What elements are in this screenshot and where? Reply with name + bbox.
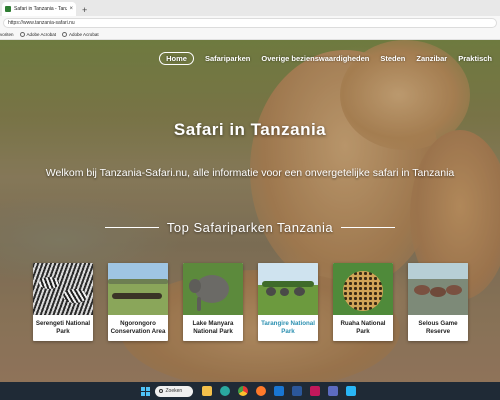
bookmark-item[interactable]: Adobe Acrobat bbox=[19, 31, 57, 37]
divider bbox=[341, 227, 396, 228]
divider bbox=[104, 227, 159, 228]
globe-icon bbox=[19, 31, 25, 37]
file-explorer-icon[interactable] bbox=[201, 386, 212, 396]
browser-tab[interactable]: Safari in Tanzania - Tanzania-sa × bbox=[2, 2, 76, 16]
park-card-label: Ngorongoro Conservation Area bbox=[110, 320, 166, 335]
bookmark-label: Adobe Acrobat bbox=[69, 31, 99, 37]
taskbar-search-label: Zoeken bbox=[165, 388, 183, 394]
edge-icon[interactable] bbox=[219, 386, 230, 396]
bookmark-label: Adobe Acrobat bbox=[26, 31, 57, 37]
bookmarks-bar: voriten Adobe Acrobat Adobe Acrobat bbox=[0, 29, 500, 40]
nav-item-home[interactable]: Home bbox=[159, 52, 194, 65]
bookmark-label: voriten bbox=[0, 31, 14, 37]
word-icon[interactable] bbox=[291, 386, 302, 396]
park-card-selous[interactable]: Selous Game Reserve bbox=[408, 263, 468, 341]
globe-icon bbox=[62, 31, 68, 37]
nav-item-praktisch[interactable]: Praktisch bbox=[458, 54, 492, 63]
firefox-icon[interactable] bbox=[255, 386, 266, 396]
nav-item-overige-bezienswaardigheden[interactable]: Overige bezienswaardigheden bbox=[261, 54, 369, 63]
taskbar-search[interactable]: Zoeken bbox=[154, 385, 193, 397]
windows-start-icon[interactable] bbox=[140, 386, 150, 396]
chrome-icon[interactable] bbox=[237, 386, 248, 396]
main-navigation: Home Safariparken Overige bezienswaardig… bbox=[148, 52, 492, 65]
park-card-label: Lake Manyara National Park bbox=[192, 320, 234, 335]
hippos-icon bbox=[408, 263, 468, 315]
nav-item-zanzibar[interactable]: Zanzibar bbox=[416, 54, 447, 63]
browser-tab-bar: Safari in Tanzania - Tanzania-sa × + bbox=[0, 0, 500, 16]
section-heading-text: Top Safariparken Tanzania bbox=[166, 220, 334, 235]
park-cards: Serengeti National Park Ngorongoro Conse… bbox=[33, 263, 468, 343]
elephant-icon bbox=[183, 263, 243, 315]
bookmark-item[interactable]: voriten bbox=[0, 32, 14, 37]
close-tab-icon[interactable]: × bbox=[69, 6, 73, 12]
park-card-ruaha[interactable]: Ruaha National Park bbox=[333, 263, 393, 341]
taskbar: Zoeken bbox=[0, 382, 500, 400]
zebras-icon bbox=[33, 263, 93, 315]
elephant-herd-icon bbox=[258, 263, 318, 315]
outlook-icon[interactable] bbox=[273, 386, 284, 396]
search-icon bbox=[158, 389, 163, 393]
photos-icon[interactable] bbox=[309, 386, 320, 396]
teams-icon[interactable] bbox=[327, 386, 338, 396]
park-card-label: Selous Game Reserve bbox=[418, 320, 458, 335]
park-card-tarangire[interactable]: Tarangire National Park bbox=[258, 263, 318, 341]
bookmark-item[interactable]: Adobe Acrobat bbox=[62, 31, 99, 37]
page-title: Safari in Tanzania bbox=[173, 120, 327, 139]
section-heading: Top Safariparken Tanzania bbox=[0, 220, 500, 235]
park-card-label: Serengeti National Park bbox=[35, 320, 91, 335]
store-icon[interactable] bbox=[345, 386, 356, 396]
leopard-icon bbox=[333, 263, 393, 315]
park-card-lake-manyara[interactable]: Lake Manyara National Park bbox=[183, 263, 243, 341]
park-card-label: Ruaha National Park bbox=[340, 320, 386, 335]
park-card-ngorongoro[interactable]: Ngorongoro Conservation Area bbox=[108, 263, 168, 341]
url-input[interactable]: https://www.tanzania-safari.nu bbox=[3, 17, 497, 28]
park-card-label: Tarangire National Park bbox=[261, 320, 315, 335]
hero-subtitle: Welkom bij Tanzania-Safari.nu, alle info… bbox=[45, 167, 455, 179]
tab-title: Safari in Tanzania - Tanzania-sa bbox=[14, 6, 67, 12]
hero-section: Home Safariparken Overige bezienswaardig… bbox=[0, 40, 500, 382]
wildebeest-herd-icon bbox=[108, 263, 168, 315]
nav-item-safariparken[interactable]: Safariparken bbox=[205, 54, 250, 63]
new-tab-button[interactable]: + bbox=[82, 5, 87, 15]
nav-item-steden[interactable]: Steden bbox=[380, 54, 405, 63]
park-card-serengeti[interactable]: Serengeti National Park bbox=[33, 263, 93, 341]
site-favicon-icon bbox=[5, 6, 11, 12]
address-bar: https://www.tanzania-safari.nu bbox=[0, 16, 500, 29]
